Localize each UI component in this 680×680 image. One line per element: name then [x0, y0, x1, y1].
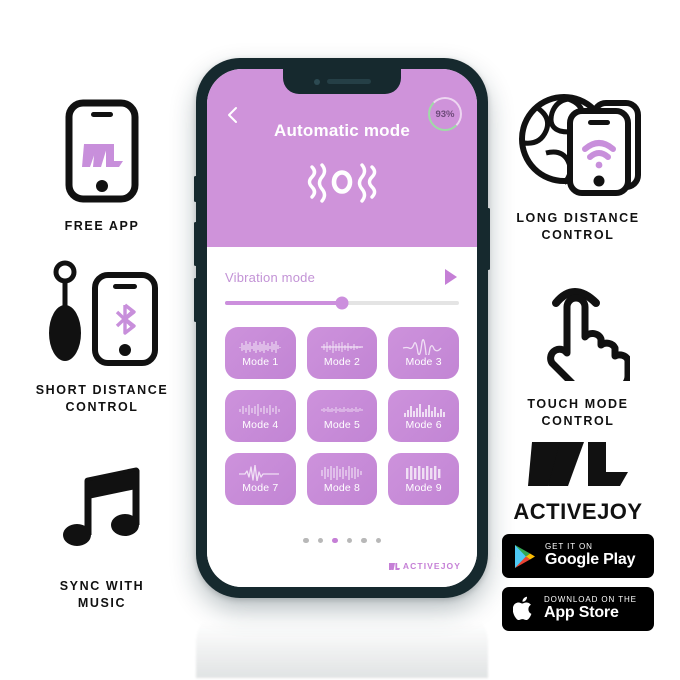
mode-button[interactable]: Mode 3 — [388, 327, 459, 379]
waveform-icon — [402, 402, 446, 418]
phone-reflection — [196, 600, 488, 678]
feature-sync-music: SYNC WITH MUSIC — [18, 452, 186, 611]
mode-label: Mode 9 — [405, 481, 442, 494]
phone-power-button — [487, 208, 490, 270]
phone-mockup: 93% Automatic mode Vibration mode Mode 1… — [194, 58, 490, 598]
music-note-icon — [54, 452, 150, 570]
mode-label: Mode 8 — [323, 481, 361, 494]
activejoy-logo-icon — [526, 434, 630, 495]
pagination-dot-active[interactable] — [332, 537, 338, 543]
page-title: Automatic mode — [274, 121, 410, 140]
pagination-dot[interactable] — [346, 537, 352, 543]
mode-label: Mode 5 — [323, 418, 361, 431]
waveform-icon — [402, 338, 446, 355]
feature-free-app: FREE APP — [18, 92, 186, 235]
app-body: Vibration mode Mode 1 Mode 2 Mode 3 Mode… — [207, 247, 477, 587]
feature-caption: SHORT DISTANCE CONTROL — [35, 383, 169, 414]
feature-short-distance: SHORT DISTANCE CONTROL — [18, 256, 186, 415]
mode-grid: Mode 1 Mode 2 Mode 3 Mode 4 Mode 5 Mode … — [225, 327, 459, 505]
phone-volume-up — [194, 222, 197, 266]
waveform-icon — [320, 402, 364, 418]
mode-button[interactable]: Mode 9 — [388, 453, 459, 505]
pagination-dots[interactable] — [207, 537, 477, 543]
mode-label: Mode 6 — [405, 418, 442, 431]
intensity-slider[interactable] — [225, 296, 459, 310]
waveform-icon — [320, 465, 364, 481]
pagination-dot[interactable] — [375, 537, 381, 543]
brand-block: ACTIVEJOY GET IT ON Google Play Downlo — [494, 434, 662, 631]
slider-fill — [225, 301, 342, 305]
poster-canvas: FREE APP SHORT DISTANCE CONTROL SYNC WIT… — [0, 0, 680, 680]
feature-long-distance: LONG DISTANCE CONTROL — [494, 84, 662, 243]
google-play-icon — [515, 544, 535, 568]
phone-frame: 93% Automatic mode Vibration mode Mode 1… — [194, 58, 490, 598]
feature-caption: SYNC WITH MUSIC — [59, 579, 145, 610]
mode-button[interactable]: Mode 6 — [388, 390, 459, 442]
mode-label: Mode 7 — [242, 481, 279, 494]
screen-watermark: ACTIVEJOY — [388, 561, 461, 571]
app-header: 93% Automatic mode — [207, 69, 477, 247]
google-play-label: Google Play — [545, 550, 636, 568]
feature-touch-mode: TOUCH MODE CONTROL — [494, 270, 662, 429]
front-camera-icon — [313, 78, 320, 85]
app-store-label: App Store — [544, 603, 619, 621]
slider-thumb[interactable] — [335, 296, 349, 310]
activejoy-logo-icon — [388, 562, 400, 570]
app-store-badge[interactable]: Download on the App Store — [502, 587, 654, 631]
hand-tap-icon — [526, 270, 630, 388]
vibration-mode-row: Vibration mode — [225, 247, 459, 285]
feature-caption: FREE APP — [64, 219, 140, 233]
pagination-dot[interactable] — [361, 537, 367, 543]
mode-label: Mode 4 — [242, 418, 279, 431]
globe-phones-wifi-icon — [512, 84, 644, 202]
earpiece-speaker — [326, 79, 371, 84]
mode-label: Mode 1 — [242, 355, 279, 368]
phone-notch — [283, 69, 401, 94]
waveform-icon — [238, 402, 282, 418]
phone-screen: 93% Automatic mode Vibration mode Mode 1… — [207, 69, 477, 587]
screen-watermark-label: ACTIVEJOY — [402, 561, 461, 571]
apple-icon — [513, 596, 532, 621]
battery-percent-label: 93% — [435, 108, 455, 120]
waveform-icon — [238, 339, 282, 355]
phone-volume-down — [194, 278, 197, 322]
mode-button[interactable]: Mode 5 — [306, 390, 378, 442]
pagination-dot[interactable] — [317, 537, 323, 543]
phone-mute-switch — [194, 176, 197, 202]
mode-button[interactable]: Mode 7 — [225, 453, 296, 505]
feature-caption: LONG DISTANCE CONTROL — [516, 211, 640, 242]
battery-status-ring: 93% — [428, 97, 462, 131]
google-play-badge[interactable]: GET IT ON Google Play — [502, 534, 654, 578]
mode-button[interactable]: Mode 1 — [225, 327, 296, 379]
waveform-icon — [320, 339, 364, 355]
mode-button[interactable]: Mode 2 — [306, 327, 378, 379]
pagination-dot[interactable] — [303, 537, 309, 543]
mode-label: Mode 3 — [405, 355, 442, 368]
mode-button[interactable]: Mode 4 — [225, 390, 296, 442]
mode-button[interactable]: Mode 8 — [306, 453, 378, 505]
waveform-icon — [238, 464, 282, 481]
feature-caption: TOUCH MODE CONTROL — [527, 397, 629, 428]
vibration-waves-icon — [306, 159, 378, 210]
brand-name: ACTIVEJOY — [513, 499, 643, 524]
waveform-icon — [402, 465, 446, 481]
play-icon[interactable] — [445, 269, 457, 285]
mode-label: Mode 2 — [323, 355, 361, 368]
chevron-left-icon[interactable] — [223, 105, 243, 125]
phone-with-logo-icon — [65, 92, 139, 210]
vibration-mode-label: Vibration mode — [225, 269, 316, 285]
toy-and-phone-bluetooth-icon — [37, 256, 167, 374]
